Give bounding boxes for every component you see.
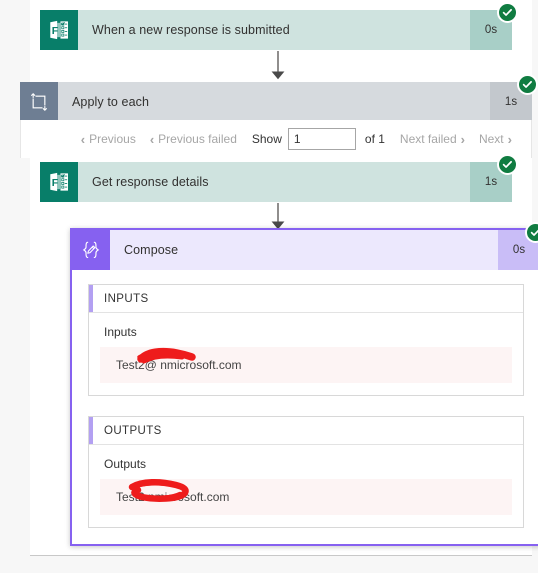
apply-to-each-loop-icon bbox=[20, 82, 58, 122]
action-card-apply-to-each[interactable]: Apply to each 1s bbox=[20, 74, 538, 122]
page-number-input[interactable] bbox=[287, 128, 356, 150]
action-title: Apply to each bbox=[72, 95, 150, 109]
status-badge-succeeded bbox=[517, 74, 538, 95]
connector-arrow-details-to-compose bbox=[269, 203, 287, 231]
action-header[interactable]: F Get response details 1s bbox=[40, 154, 518, 202]
action-title: Get response details bbox=[92, 175, 209, 189]
action-card-when-a-new-response-is-submitted[interactable]: F When a new response is submitted 0s bbox=[40, 2, 518, 50]
svg-text:F: F bbox=[52, 177, 59, 189]
next-button-label: Next bbox=[478, 132, 504, 146]
action-title: Compose bbox=[124, 243, 179, 257]
compose-details-body: INPUTS Inputs Test2@ nmicrosoft.com OUTP… bbox=[72, 270, 538, 544]
status-badge-succeeded bbox=[497, 2, 518, 23]
action-card-compose[interactable]: Compose 0s INPUTS Inputs Test2@ nmicroso… bbox=[70, 222, 538, 546]
previous-button-label: Previous bbox=[89, 132, 136, 146]
previous-failed-button[interactable]: ‹ Previous failed bbox=[143, 132, 244, 146]
action-title: When a new response is submitted bbox=[92, 23, 290, 37]
outputs-panel: OUTPUTS Outputs Test2 nmicrosoft.com bbox=[88, 416, 524, 528]
chevron-right-icon: › bbox=[460, 131, 465, 147]
next-failed-button-label: Next failed bbox=[399, 132, 457, 146]
inputs-value[interactable]: Test2@ nmicrosoft.com bbox=[100, 347, 512, 383]
inputs-panel: INPUTS Inputs Test2@ nmicrosoft.com bbox=[88, 284, 524, 396]
next-failed-button[interactable]: Next failed › bbox=[393, 132, 472, 146]
inputs-value-text: Test2@ nmicrosoft.com bbox=[116, 358, 242, 372]
loop-iteration-body: ‹ Previous ‹ Previous failed Show of 1 N… bbox=[20, 120, 532, 158]
iteration-pager: ‹ Previous ‹ Previous failed Show of 1 N… bbox=[74, 120, 519, 158]
chevron-right-icon: › bbox=[507, 131, 512, 147]
microsoft-forms-icon: F bbox=[40, 10, 78, 50]
chevron-left-icon: ‹ bbox=[80, 131, 86, 147]
outputs-field-label: Outputs bbox=[104, 457, 147, 471]
panel-accent-bar bbox=[89, 285, 93, 312]
next-button[interactable]: Next › bbox=[472, 132, 519, 146]
svg-text:F: F bbox=[52, 25, 59, 37]
connector-arrow-trigger-to-loop bbox=[269, 51, 287, 81]
inputs-panel-header[interactable]: INPUTS bbox=[89, 285, 523, 313]
show-label: Show bbox=[251, 132, 282, 146]
outputs-panel-header-label: OUTPUTS bbox=[104, 424, 162, 437]
microsoft-forms-icon: F bbox=[40, 162, 78, 202]
previous-failed-button-label: Previous failed bbox=[158, 132, 237, 146]
inputs-panel-header-label: INPUTS bbox=[104, 292, 149, 305]
page-total-label: of 1 bbox=[364, 132, 385, 146]
panel-accent-bar bbox=[89, 417, 93, 444]
compose-braces-icon bbox=[72, 230, 110, 270]
action-header[interactable]: Apply to each 1s bbox=[20, 74, 538, 122]
previous-button[interactable]: ‹ Previous bbox=[74, 132, 143, 146]
action-header[interactable]: F When a new response is submitted 0s bbox=[40, 2, 518, 50]
status-badge-succeeded bbox=[497, 154, 518, 175]
action-card-get-response-details[interactable]: F Get response details 1s bbox=[40, 154, 518, 202]
chevron-left-icon: ‹ bbox=[149, 131, 155, 147]
inputs-field-label: Inputs bbox=[104, 325, 137, 339]
outputs-panel-header[interactable]: OUTPUTS bbox=[89, 417, 523, 445]
outputs-value-text: Test2 nmicrosoft.com bbox=[116, 490, 230, 504]
flow-run-canvas: F When a new response is submitted 0s Ap… bbox=[20, 0, 538, 556]
outputs-value[interactable]: Test2 nmicrosoft.com bbox=[100, 479, 512, 515]
action-header[interactable]: Compose 0s bbox=[72, 222, 538, 270]
